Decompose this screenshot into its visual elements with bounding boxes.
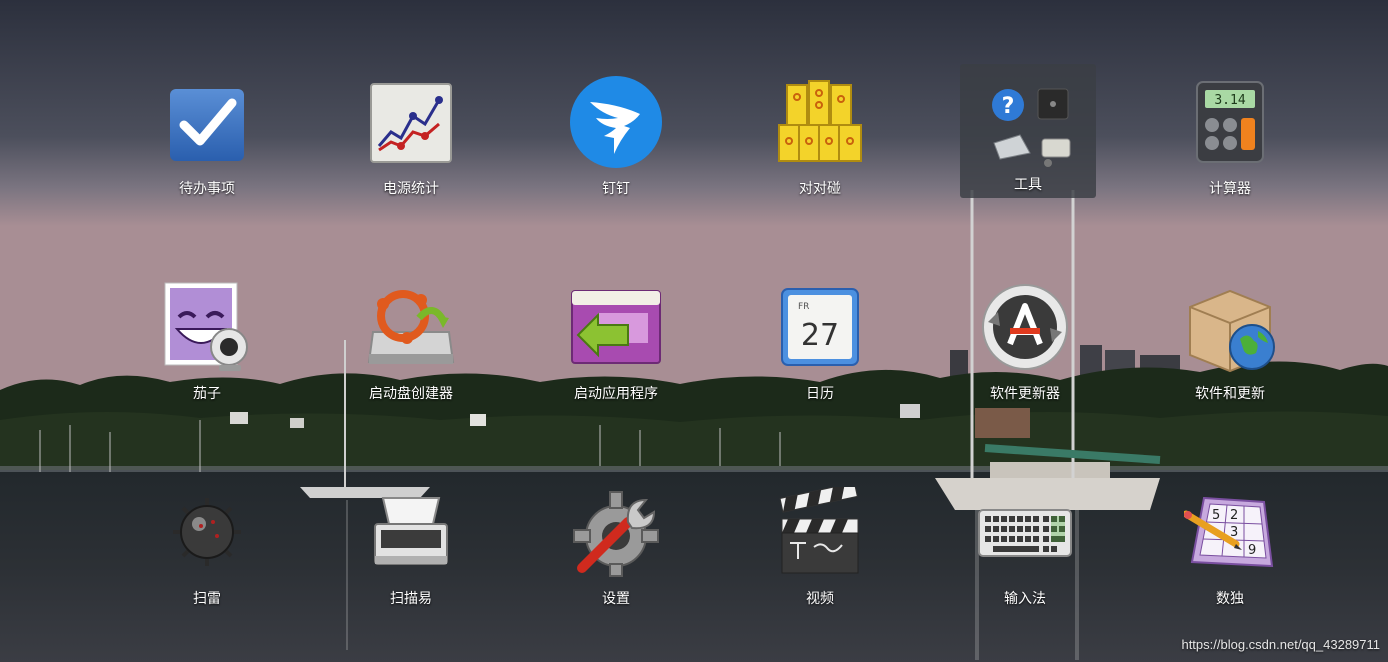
app-input-method[interactable]: 输入法 (950, 480, 1100, 610)
app-label: 扫雷 (193, 591, 221, 607)
app-software-and-updates[interactable]: 软件和更新 (1155, 275, 1305, 405)
line-chart-icon (363, 74, 459, 170)
sudoku-digit: 2 (1230, 508, 1238, 523)
app-label: 输入法 (1004, 591, 1046, 607)
gold-blocks-icon (772, 74, 868, 170)
startup-disk-icon (363, 279, 459, 375)
app-startup-disk-creator[interactable]: 启动盘创建器 (336, 275, 486, 405)
app-todo[interactable]: 待办事项 (132, 70, 282, 200)
app-tools-folder[interactable]: ? 工具 (960, 64, 1096, 198)
app-calendar[interactable]: FR 27 日历 (745, 275, 895, 405)
calculator-icon: 3.14 (1182, 74, 1278, 170)
app-label: 茄子 (193, 386, 221, 402)
svg-text:?: ? (1002, 94, 1015, 119)
webcam-face-icon (159, 279, 255, 375)
app-label: 启动盘创建器 (369, 386, 453, 402)
calendar-day-number: 27 (801, 318, 839, 353)
app-videos[interactable]: 视频 (745, 480, 895, 610)
app-label: 日历 (806, 386, 834, 402)
app-software-updater[interactable]: 软件更新器 (950, 275, 1100, 405)
gear-wrench-icon (568, 484, 664, 580)
package-globe-icon (1182, 279, 1278, 375)
app-label: 软件和更新 (1195, 386, 1265, 402)
app-simple-scan[interactable]: 扫描易 (336, 480, 486, 610)
startup-apps-icon (568, 279, 664, 375)
app-cheese[interactable]: 茄子 (132, 275, 282, 405)
sudoku-digit: 9 (1248, 543, 1256, 558)
app-dingtalk[interactable]: 钉钉 (541, 70, 691, 200)
watermark-url: https://blog.csdn.net/qq_43289711 (1181, 637, 1380, 652)
app-calculator[interactable]: 3.14 计算器 (1155, 70, 1305, 200)
checkmark-icon (159, 74, 255, 170)
app-sudoku[interactable]: 5 2 3 9 数独 (1155, 480, 1305, 610)
app-settings[interactable]: 设置 (541, 480, 691, 610)
app-label: 对对碰 (799, 181, 841, 197)
mine-icon (159, 484, 255, 580)
app-label: 待办事项 (179, 181, 235, 197)
app-duiduipeng[interactable]: 对对碰 (745, 70, 895, 200)
sudoku-icon: 5 2 3 9 (1182, 484, 1278, 580)
app-label: 软件更新器 (990, 386, 1060, 402)
clapperboard-icon (772, 484, 868, 580)
app-startup-applications[interactable]: 启动应用程序 (541, 275, 691, 405)
app-label: 扫描易 (390, 591, 432, 607)
calculator-display: 3.14 (1214, 93, 1245, 108)
app-label: 数独 (1216, 591, 1244, 607)
keyboard-icon (977, 484, 1073, 580)
app-label: 电源统计 (383, 181, 439, 197)
software-updater-icon (977, 279, 1073, 375)
sudoku-digit: 5 (1212, 508, 1220, 523)
dingtalk-bird-icon (568, 74, 664, 170)
app-label: 启动应用程序 (574, 386, 658, 402)
app-label: 设置 (602, 591, 630, 607)
scanner-icon (363, 484, 459, 580)
app-label: 工具 (1014, 177, 1042, 193)
app-label: 视频 (806, 591, 834, 607)
app-label: 钉钉 (602, 181, 630, 197)
calendar-day-abbr: FR (798, 302, 809, 312)
app-mines[interactable]: 扫雷 (132, 480, 282, 610)
calendar-icon: FR 27 (772, 279, 868, 375)
app-label: 计算器 (1209, 181, 1251, 197)
tools-folder-icon: ? (980, 78, 1076, 174)
app-power-statistics[interactable]: 电源统计 (336, 70, 486, 200)
